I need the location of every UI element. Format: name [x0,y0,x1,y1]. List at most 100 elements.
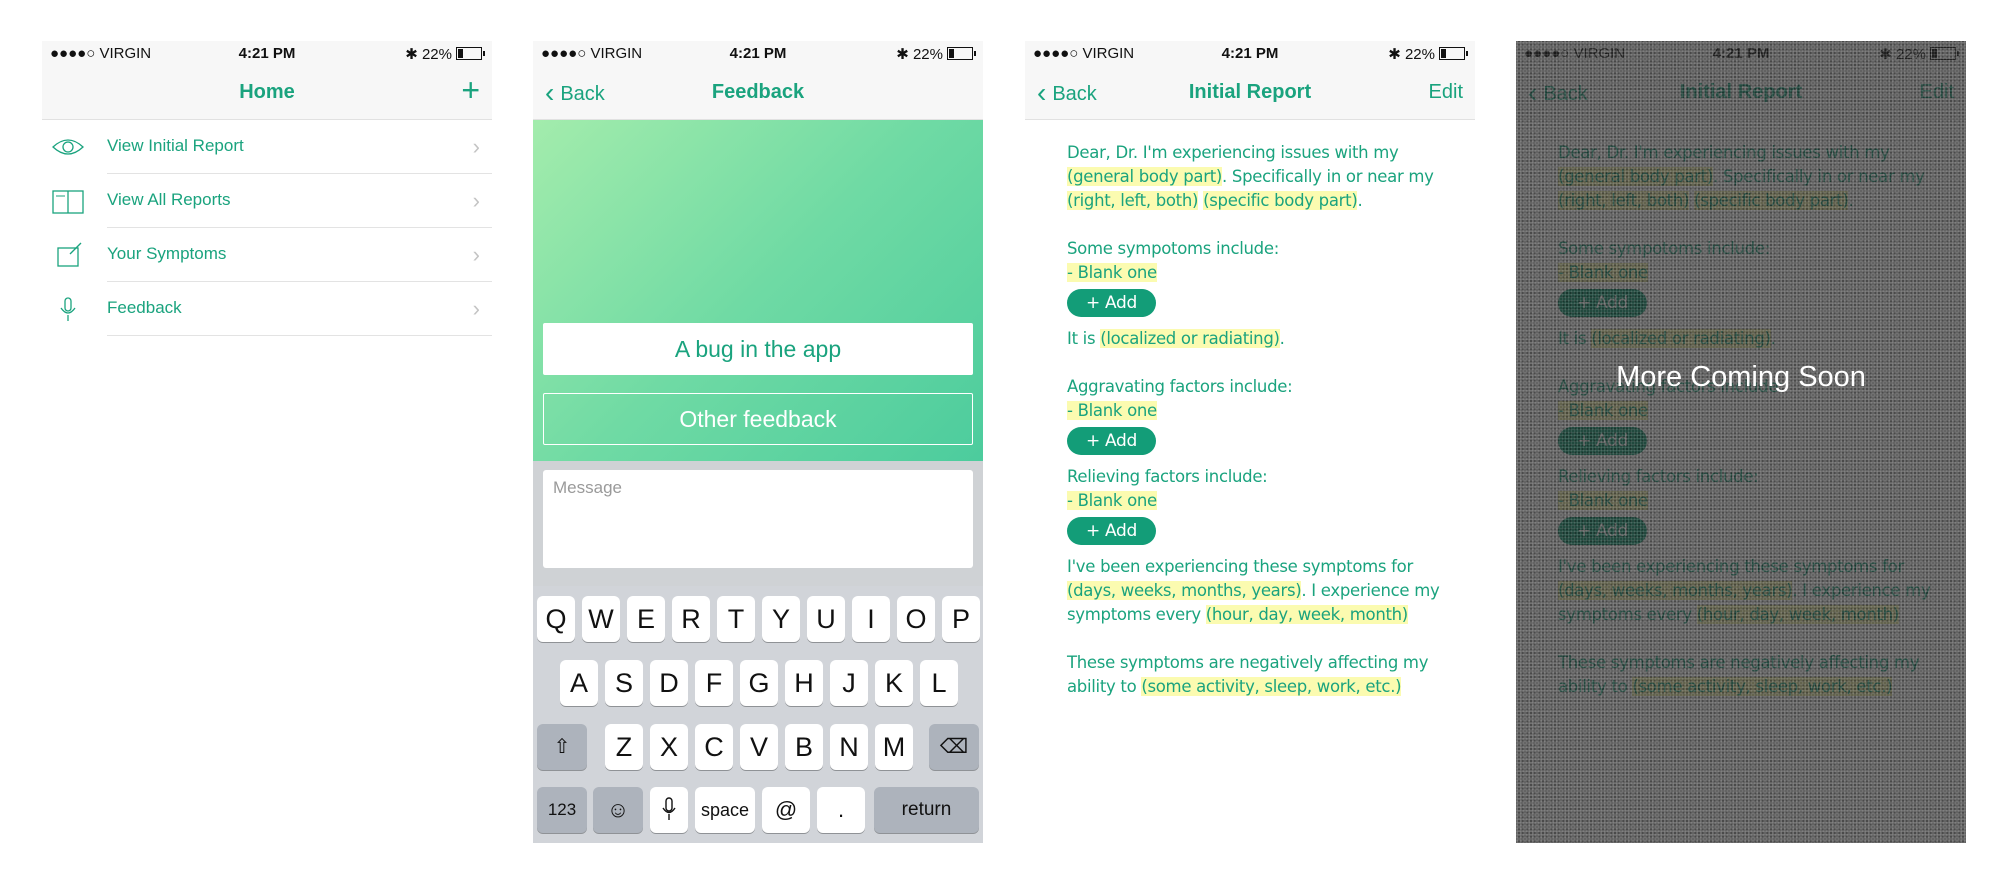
key-t[interactable]: T [717,596,755,642]
general-body-part-field[interactable]: (general body part) [1067,167,1222,186]
menu-item-label: Feedback [107,298,182,317]
battery-icon [1439,47,1468,60]
battery-icon [456,47,485,60]
key-l[interactable]: L [920,660,958,706]
key-h[interactable]: H [785,660,823,706]
side-field[interactable]: (right, left, both) [1067,191,1198,210]
key-v[interactable]: V [740,724,778,770]
specific-body-part-field[interactable]: (specific body part) [1203,191,1358,210]
key-u[interactable]: U [807,596,845,642]
symptoms-label: Some sympotoms include: [1067,239,1279,258]
page-title: Initial Report [1188,81,1312,103]
book-icon [52,190,84,214]
navigation-bar: Home + [42,66,492,120]
key-y[interactable]: Y [762,596,800,642]
key-z[interactable]: Z [605,724,643,770]
message-area: Message [533,461,983,586]
aggravating-label: Aggravating factors include: [1067,377,1293,396]
battery-icon [947,47,976,60]
add-relieving-button[interactable]: + Add [1067,517,1156,545]
menu-item-symptoms[interactable]: Your Symptoms › [42,228,492,282]
menu-item-label: View Initial Report [107,136,244,155]
symptom-item[interactable]: - Blank one [1067,263,1157,282]
navigation-bar: ‹ Back Feedback [533,66,983,120]
key-n[interactable]: N [830,724,868,770]
coming-soon-overlay [1516,41,1966,843]
battery-status: ✱ 22% [896,45,976,63]
plus-icon[interactable]: + [461,72,480,109]
key-c[interactable]: C [695,724,733,770]
microphone-icon [662,797,676,820]
localization-paragraph: It is (localized or radiating). [1067,329,1285,348]
key-b[interactable]: B [785,724,823,770]
key-f[interactable]: F [695,660,733,706]
numbers-key[interactable]: 123 [537,787,587,833]
key-o[interactable]: O [897,596,935,642]
key-a[interactable]: A [560,660,598,706]
navigation-bar: ‹Back Initial Report Edit [1025,66,1475,120]
dictation-key[interactable] [650,787,688,833]
key-p[interactable]: P [942,596,980,642]
activity-field[interactable]: (some activity, sleep, work, etc.) [1141,677,1402,696]
status-bar: ●●●●○ VIRGIN 4:21 PM ✱ 22% [533,41,983,66]
intro-paragraph: Dear, Dr. I'm experiencing issues with m… [1067,143,1434,210]
add-aggravating-button[interactable]: + Add [1067,427,1156,455]
duration-field[interactable]: (days, weeks, months, years) [1067,581,1302,600]
key-r[interactable]: R [672,596,710,642]
chevron-right-icon: › [472,296,480,321]
return-key[interactable]: return [874,787,979,833]
report-body: Dear, Dr. I'm experiencing issues with m… [1067,141,1445,699]
menu-item-initial-report[interactable]: View Initial Report › [42,120,492,174]
page-title: Home [239,81,295,103]
key-s[interactable]: S [605,660,643,706]
key-g[interactable]: G [740,660,778,706]
key-q[interactable]: Q [537,596,575,642]
key-d[interactable]: D [650,660,688,706]
initial-report-screen: ●●●●○ VIRGIN 4:21 PM ✱ 22% ‹ Back Initial… [1025,41,1475,843]
microphone-icon [60,297,76,321]
shift-key[interactable]: ⇧ [537,724,587,770]
page-title: Feedback [711,81,805,103]
battery-status: ✱ 22% [405,45,485,63]
message-input[interactable]: Message [543,470,973,568]
menu-item-feedback[interactable]: Feedback › [42,282,492,336]
status-bar: ●●●●○ VIRGIN 4:21 PM ✱ 22% [42,41,492,66]
space-key[interactable]: space [695,787,755,833]
chevron-right-icon: › [472,188,480,213]
coming-soon-text: More Coming Soon [1616,361,1866,393]
chevron-right-icon: › [472,134,480,159]
period-key[interactable]: . [817,787,865,833]
other-feedback-button[interactable]: Other feedback [543,393,973,445]
duration-paragraph: I've been experiencing these symptoms fo… [1067,557,1440,624]
menu-item-all-reports[interactable]: View All Reports › [42,174,492,228]
menu-item-label: Your Symptoms [107,244,227,263]
home-screen: ●●●●○ VIRGIN 4:21 PM ✱ 22% Home + View I… [42,41,492,843]
frequency-field[interactable]: (hour, day, week, month) [1205,605,1408,624]
bug-report-button[interactable]: A bug in the app [543,323,973,375]
key-e[interactable]: E [627,596,665,642]
chevron-right-icon: › [472,242,480,267]
aggravating-item[interactable]: - Blank one [1067,401,1157,420]
at-key[interactable]: @ [762,787,810,833]
key-x[interactable]: X [650,724,688,770]
emoji-key[interactable]: ☺ [593,787,643,833]
key-w[interactable]: W [582,596,620,642]
key-k[interactable]: K [875,660,913,706]
key-i[interactable]: I [852,596,890,642]
add-symptom-button[interactable]: + Add [1067,289,1156,317]
battery-status: ✱ 22% [1388,45,1468,63]
edit-icon [57,242,82,267]
coming-soon-screen: ●●●●○ VIRGIN 4:21 PM ✱ 22% ‹Back Initial… [1516,41,1966,843]
localization-field[interactable]: (localized or radiating) [1100,329,1280,348]
relieving-item[interactable]: - Blank one [1067,491,1157,510]
key-m[interactable]: M [875,724,913,770]
key-j[interactable]: J [830,660,868,706]
home-menu: View Initial Report › View All Reports ›… [42,120,492,336]
affecting-paragraph: These symptoms are negatively affecting … [1067,653,1429,696]
relieving-label: Relieving factors include: [1067,467,1268,486]
status-bar: ●●●●○ VIRGIN 4:21 PM ✱ 22% [1025,41,1475,66]
keyboard: Q W E R T Y U I O P A S D F G H J K L ⇧ … [533,586,983,843]
edit-button[interactable]: Edit [1429,81,1463,104]
delete-key[interactable]: ⌫ [929,724,979,770]
eye-icon [52,139,84,155]
